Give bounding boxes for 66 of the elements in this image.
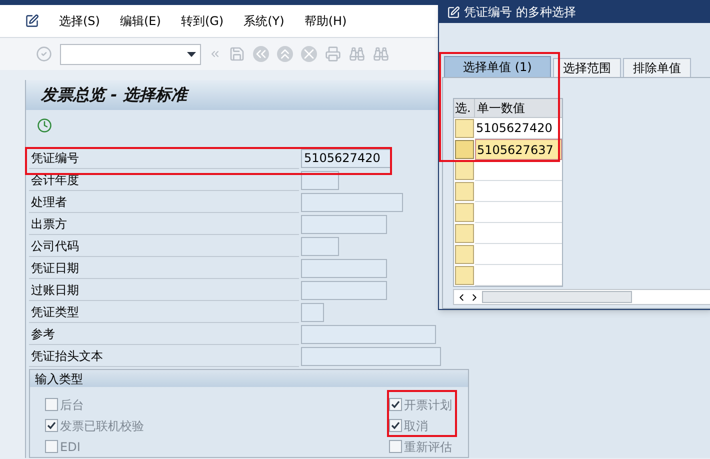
- find-next-icon[interactable]: [373, 46, 389, 62]
- row-selector[interactable]: [455, 119, 474, 138]
- horizontal-scrollbar[interactable]: [453, 289, 710, 305]
- input-field[interactable]: [301, 214, 387, 234]
- checkbox[interactable]: [45, 440, 58, 453]
- exit-icon[interactable]: [277, 46, 293, 62]
- input-field[interactable]: [301, 280, 387, 300]
- input-field[interactable]: 5105627420: [301, 148, 391, 168]
- row-selector[interactable]: [455, 266, 474, 285]
- checkbox[interactable]: [389, 398, 402, 411]
- row-selector[interactable]: [455, 140, 474, 159]
- input-field[interactable]: [301, 324, 436, 344]
- scroll-thumb[interactable]: [482, 291, 632, 303]
- checkbox[interactable]: [389, 419, 402, 432]
- table-cell[interactable]: 5105627637: [475, 139, 562, 160]
- row-selector[interactable]: [455, 224, 474, 243]
- highlight-frame: [387, 390, 457, 437]
- enter-icon[interactable]: [36, 46, 52, 62]
- input-field[interactable]: [301, 346, 441, 366]
- input-field[interactable]: [301, 192, 403, 212]
- menu-item[interactable]: 帮助(H): [304, 12, 347, 30]
- caret-icon: [187, 52, 196, 56]
- input-field[interactable]: [301, 258, 387, 278]
- row-selector[interactable]: [455, 203, 474, 222]
- checkbox[interactable]: [45, 398, 58, 411]
- tab[interactable]: 排除单值: [622, 58, 691, 77]
- tab[interactable]: 选择范围: [552, 58, 621, 77]
- field-label: 凭证日期: [29, 258, 299, 278]
- field-label: 凭证类型: [29, 302, 299, 322]
- input-field[interactable]: [301, 236, 339, 256]
- dialog-title: 凭证编号 的多种选择: [464, 4, 576, 21]
- cancel-icon[interactable]: [301, 46, 317, 62]
- screen-title: 发票总览 - 选择标准: [41, 83, 187, 107]
- field-label: 处理者: [29, 192, 299, 212]
- field-label: 参考: [29, 324, 299, 344]
- checkbox-label: 发票已联机校验: [60, 418, 144, 434]
- row-selector[interactable]: [455, 245, 474, 264]
- field-label: 公司代码: [29, 236, 299, 256]
- checkbox-label: EDI: [60, 438, 80, 456]
- find-icon[interactable]: [349, 46, 365, 62]
- field-label: 凭证编号: [29, 148, 299, 168]
- menu-item[interactable]: 编辑(E): [120, 12, 161, 30]
- command-field[interactable]: [60, 44, 201, 64]
- input-field[interactable]: [301, 302, 324, 322]
- field-label: 过账日期: [29, 280, 299, 300]
- column-header: 单一数值: [476, 100, 526, 117]
- checkbox-label: 取消: [404, 418, 428, 434]
- checkbox-label: 重新评估: [404, 438, 452, 456]
- double-left-arrow-icon[interactable]: [209, 48, 221, 60]
- tab[interactable]: 选择单值 (1): [444, 56, 551, 77]
- checkbox[interactable]: [45, 419, 58, 432]
- field-label: 出票方: [29, 214, 299, 234]
- menu-item[interactable]: 系统(Y): [244, 12, 284, 30]
- checkbox[interactable]: [389, 440, 402, 453]
- checkbox-label: 后台: [60, 396, 84, 414]
- menu-item[interactable]: 转到(G): [180, 12, 224, 30]
- row-selector[interactable]: [455, 182, 474, 201]
- checkbox-label: 开票计划: [404, 396, 452, 414]
- field-label: 凭证抬头文本: [29, 346, 299, 366]
- menu-item[interactable]: 选择(S): [59, 12, 100, 30]
- print-icon[interactable]: [325, 46, 341, 62]
- back-icon[interactable]: [253, 46, 269, 62]
- row-selector[interactable]: [455, 161, 474, 180]
- save-icon[interactable]: [229, 46, 245, 62]
- group-title: 输入类型: [30, 370, 468, 387]
- column-header: 选.: [454, 99, 475, 117]
